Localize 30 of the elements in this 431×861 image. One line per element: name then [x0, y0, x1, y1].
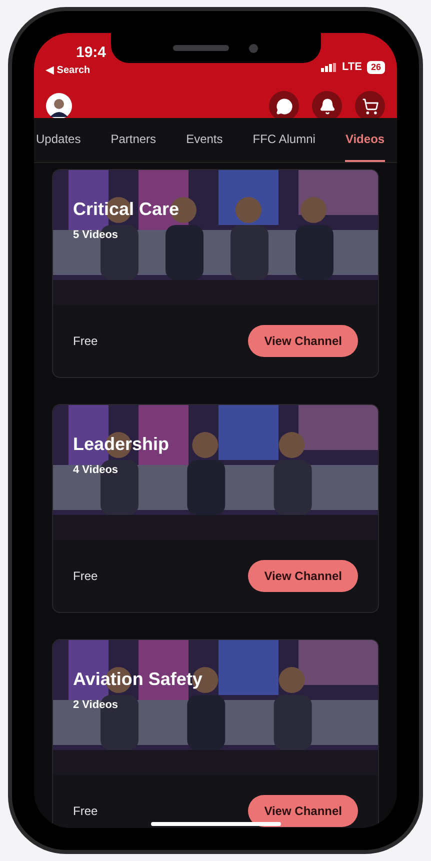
tab[interactable]: FFC Alumni	[252, 118, 316, 162]
battery-indicator: 26	[366, 60, 385, 74]
price-label: Free	[73, 568, 98, 585]
tab[interactable]: Events	[186, 118, 223, 162]
status-time: 19:4	[76, 45, 106, 60]
channel-title: Leadership	[73, 433, 170, 456]
cart-icon	[362, 98, 378, 114]
speaker-grille	[173, 45, 229, 51]
video-count: 2 Videos	[73, 698, 120, 712]
tab[interactable]: Videos	[345, 118, 385, 162]
avatar[interactable]	[46, 93, 72, 119]
tab[interactable]: Partners	[110, 118, 156, 162]
price-label: Free	[73, 333, 98, 350]
video-count: 4 Videos	[73, 462, 120, 478]
channel-title: Aviation Safety	[73, 668, 204, 690]
bell-icon	[318, 98, 336, 114]
channel-title: Critical Care	[73, 198, 180, 220]
price-label: Free	[73, 803, 98, 820]
video-count: 5 Videos	[73, 228, 120, 242]
network-label: LTE	[342, 60, 362, 75]
tab[interactable]: Updates	[36, 118, 81, 162]
signal-icon	[321, 62, 338, 72]
view-channel-button[interactable]: View Channel	[248, 325, 358, 357]
cart-button[interactable]	[355, 91, 385, 121]
notifications-button[interactable]	[312, 91, 342, 121]
view-channel-button[interactable]: View Channel	[248, 560, 358, 592]
chat-button[interactable]	[269, 91, 299, 121]
chat-bubble-icon	[276, 98, 292, 114]
view-channel-button[interactable]: View Channel	[248, 795, 358, 827]
back-link[interactable]: ◀ Search	[46, 63, 106, 78]
